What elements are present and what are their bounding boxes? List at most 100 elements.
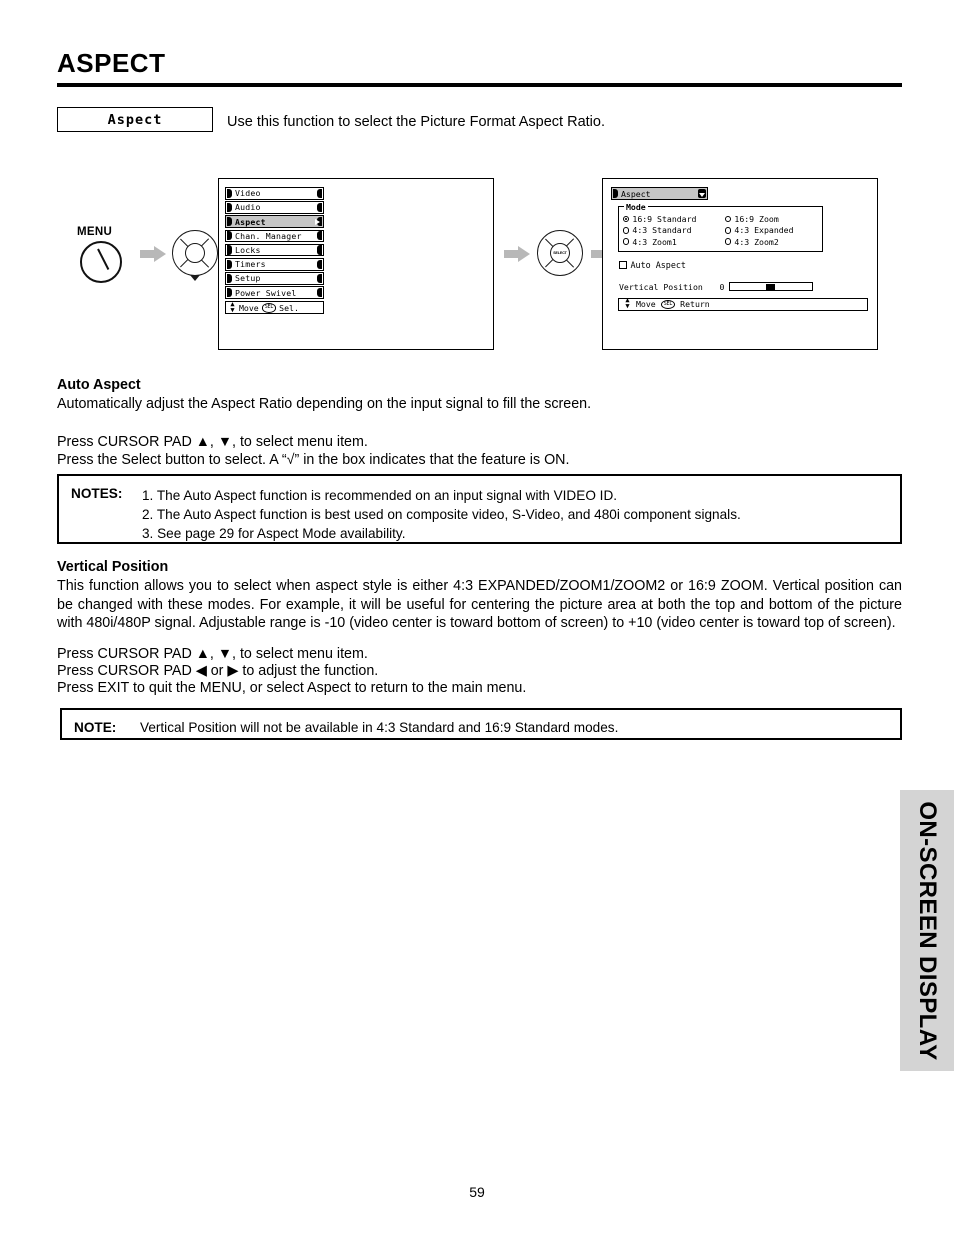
section-side-tab-label: ON-SCREEN DISPLAY xyxy=(914,800,941,1061)
row-cap-left-icon xyxy=(227,231,232,241)
cursor-pad-icon-1 xyxy=(172,230,218,276)
page-title: ASPECT xyxy=(57,48,166,78)
auto-aspect-instruction-1: Press CURSOR PAD ▲, ▼, to select menu it… xyxy=(57,434,368,450)
mode-option-label: 4:3 Standard xyxy=(632,225,692,236)
mode-option-4-3-zoom1[interactable]: 4:3 Zoom1 xyxy=(623,237,725,247)
osd-menu-item-timers[interactable]: Timers xyxy=(225,257,324,271)
osd-menu-item-label: Power Swivel xyxy=(235,287,297,298)
notes-box-items: 1. The Auto Aspect function is recommend… xyxy=(142,486,741,543)
osd-menu-item-video[interactable]: Video xyxy=(225,187,324,200)
radio-icon[interactable] xyxy=(725,238,732,245)
cursor-pad-down-marker-icon xyxy=(190,275,200,281)
vertical-position-heading: Vertical Position xyxy=(57,559,169,575)
osd-aspect-panel: Aspect Mode 16:9 Standard 16:9 Zoom 4:3 … xyxy=(611,187,873,311)
mode-option-label: 4:3 Expanded xyxy=(734,225,794,236)
mode-option-label: 4:3 Zoom1 xyxy=(632,236,677,247)
row-cap-left-icon xyxy=(227,188,232,198)
checkbox-icon[interactable] xyxy=(619,261,627,269)
osd-main-menu-footer: ▲ ▼ Move SEL Sel. xyxy=(225,299,324,315)
vertical-position-slider[interactable] xyxy=(729,282,813,292)
vertical-position-value: 0 xyxy=(719,281,725,292)
osd-menu-item-power-swivel[interactable]: Power Swivel xyxy=(225,286,324,299)
intro-description: Use this function to select the Picture … xyxy=(227,114,605,130)
osd-menu-item-audio[interactable]: Audio xyxy=(225,201,324,214)
section-side-tab: ON-SCREEN DISPLAY xyxy=(900,790,954,1071)
row-cap-left-icon xyxy=(227,202,232,212)
osd-menu-item-aspect[interactable]: Aspect xyxy=(225,215,324,228)
vertical-position-label: Vertical Position xyxy=(619,281,703,292)
osd-main-menu-list: Video Audio Aspect Chan. Manager Locks T… xyxy=(225,187,324,315)
cursor-pad-icon-2: SELECT xyxy=(537,230,583,276)
flow-arrow-1-icon xyxy=(140,246,166,262)
notes-box-label: NOTES: xyxy=(71,486,123,501)
notes-box: NOTES: 1. The Auto Aspect function is re… xyxy=(57,474,902,544)
row-cap-right-icon xyxy=(317,287,322,298)
radio-icon[interactable] xyxy=(623,227,630,234)
vertical-position-instruction-1: Press CURSOR PAD ▲, ▼, to select menu it… xyxy=(57,646,368,662)
auto-aspect-label: Auto Aspect xyxy=(630,259,686,270)
row-cap-left-icon xyxy=(227,287,232,298)
row-cap-right-icon xyxy=(317,273,322,283)
osd-main-menu-screen: Video Audio Aspect Chan. Manager Locks T… xyxy=(218,178,494,350)
osd-aspect-screen: Aspect Mode 16:9 Standard 16:9 Zoom 4:3 … xyxy=(602,178,878,350)
auto-aspect-heading: Auto Aspect xyxy=(57,377,141,393)
up-down-arrow-icon: ▲ ▼ xyxy=(230,299,235,314)
sel-button-badge-icon: SEL xyxy=(261,303,277,313)
notes-box-item: 2. The Auto Aspect function is best used… xyxy=(142,507,741,522)
radio-icon[interactable] xyxy=(725,227,732,234)
osd-footer-move-label: Move xyxy=(636,299,656,310)
title-cap-left-icon xyxy=(613,188,618,199)
mode-group: Mode 16:9 Standard 16:9 Zoom 4:3 Standar… xyxy=(618,202,823,252)
osd-footer-move-label: Move xyxy=(239,302,259,313)
note-box-label: NOTE: xyxy=(74,720,117,735)
slider-thumb[interactable] xyxy=(766,283,775,290)
radio-icon[interactable] xyxy=(623,238,630,245)
auto-aspect-checkbox-row[interactable]: Auto Aspect xyxy=(619,260,873,270)
mode-option-4-3-standard[interactable]: 4:3 Standard xyxy=(623,225,725,235)
vertical-position-instruction-2: Press CURSOR PAD ◀ or ▶ to adjust the fu… xyxy=(57,663,379,679)
mode-option-label: 4:3 Zoom2 xyxy=(734,236,779,247)
sel-button-badge-icon: SEL xyxy=(660,299,676,309)
row-cap-left-icon xyxy=(227,273,232,283)
row-cap-right-icon xyxy=(317,259,322,269)
row-cap-left-icon xyxy=(227,259,232,269)
mode-option-label: 16:9 Standard xyxy=(632,214,697,224)
row-cap-right-icon xyxy=(317,245,322,255)
notes-box-item: 3. See page 29 for Aspect Mode availabil… xyxy=(142,526,406,541)
osd-footer-action-label: Return xyxy=(680,299,710,310)
vertical-position-row[interactable]: Vertical Position 0 xyxy=(619,282,873,292)
note-box: NOTE: Vertical Position will not be avai… xyxy=(60,708,902,740)
title-underline xyxy=(57,83,902,87)
mode-group-legend: Mode xyxy=(624,202,648,212)
note-box-text: Vertical Position will not be available … xyxy=(140,720,619,735)
flow-arrow-2-icon xyxy=(504,246,530,262)
radio-icon[interactable] xyxy=(623,215,630,223)
navigation-flow-diagram: MENU Video Audio Aspect Chan. Manager Lo… xyxy=(57,178,902,350)
row-cap-right-icon xyxy=(317,202,322,212)
osd-menu-item-label: Chan. Manager xyxy=(235,230,302,241)
mode-option-16-9-zoom[interactable]: 16:9 Zoom xyxy=(725,214,818,224)
osd-aspect-footer: ▲ ▼ Move SEL Return xyxy=(618,296,868,311)
mode-option-label: 16:9 Zoom xyxy=(734,214,779,224)
radio-icon[interactable] xyxy=(725,215,732,223)
mode-options-grid: 16:9 Standard 16:9 Zoom 4:3 Standard 4:3… xyxy=(623,214,818,247)
osd-menu-item-locks[interactable]: Locks xyxy=(225,243,324,257)
up-down-arrow-icon: ▲ ▼ xyxy=(625,296,630,311)
chevron-right-icon xyxy=(315,219,320,226)
menu-button-group: MENU xyxy=(75,226,135,283)
row-cap-left-icon xyxy=(227,216,232,227)
auto-aspect-description: Automatically adjust the Aspect Ratio de… xyxy=(57,396,592,412)
row-cap-right-icon xyxy=(317,188,322,198)
mode-option-4-3-zoom2[interactable]: 4:3 Zoom2 xyxy=(725,237,818,247)
row-cap-left-icon xyxy=(227,245,232,255)
mode-option-16-9-standard[interactable]: 16:9 Standard xyxy=(623,214,725,224)
osd-menu-item-setup[interactable]: Setup xyxy=(225,272,324,285)
osd-aspect-title-bar[interactable]: Aspect xyxy=(611,187,708,200)
menu-button-icon xyxy=(80,241,122,283)
vertical-position-instruction-3: Press EXIT to quit the MENU, or select A… xyxy=(57,680,527,696)
vertical-position-description: This function allows you to select when … xyxy=(57,578,902,631)
osd-footer-action-label: Sel. xyxy=(279,302,299,313)
mode-option-4-3-expanded[interactable]: 4:3 Expanded xyxy=(725,225,818,235)
auto-aspect-instruction-2: Press the Select button to select. A “√”… xyxy=(57,452,570,468)
osd-menu-item-chan-manager[interactable]: Chan. Manager xyxy=(225,229,324,243)
